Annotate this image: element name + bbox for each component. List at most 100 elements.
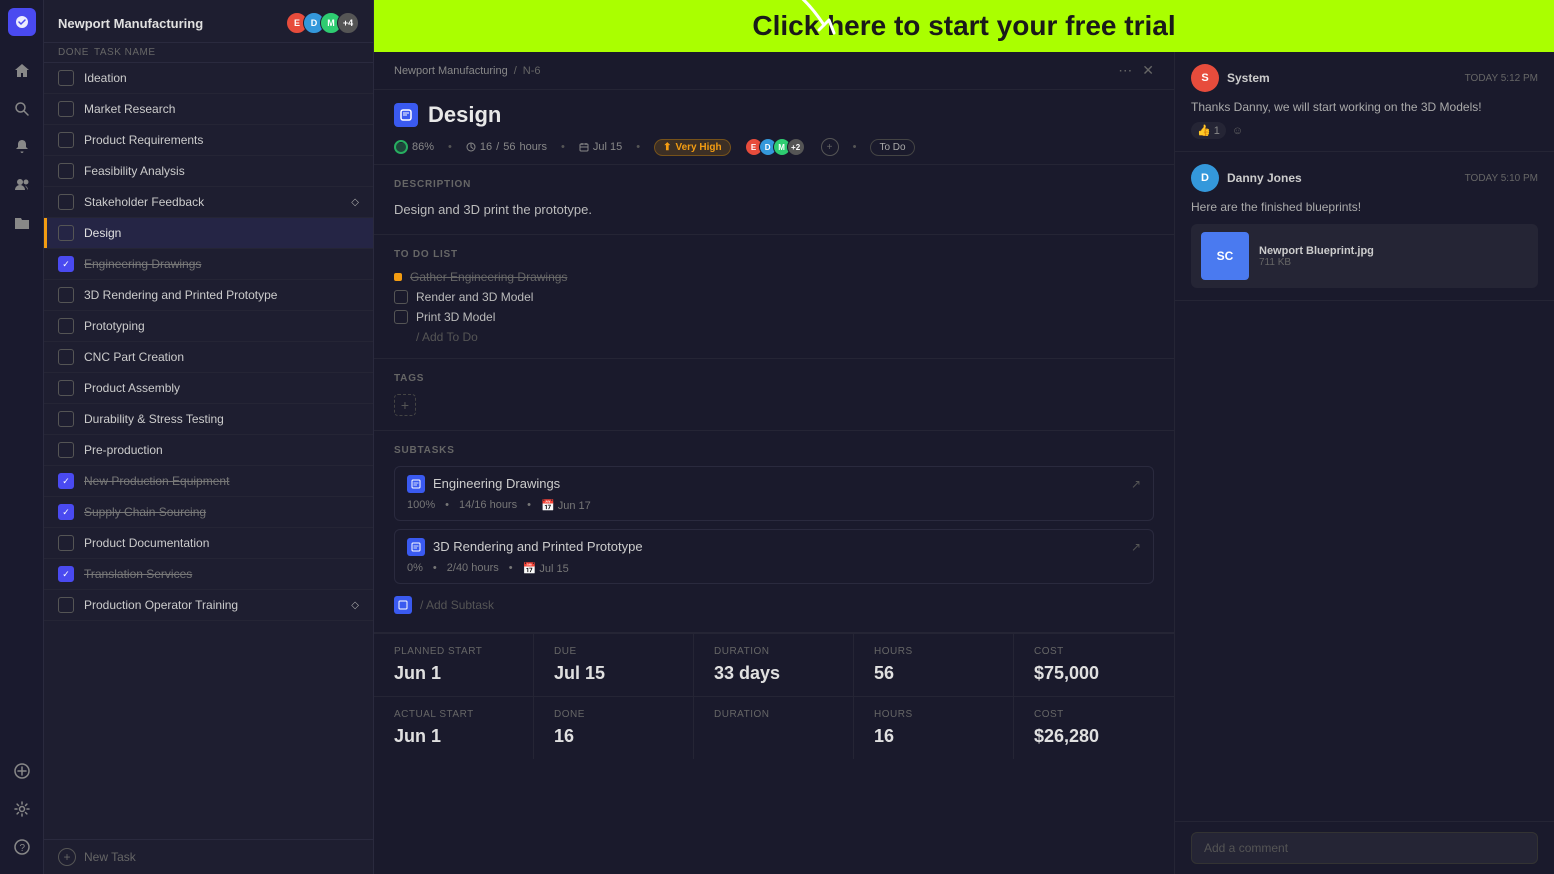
task-checkbox[interactable]: [58, 287, 74, 303]
task-checkbox[interactable]: [58, 163, 74, 179]
actual-done-value: 16: [554, 726, 673, 747]
task-checkbox[interactable]: [58, 101, 74, 117]
comment-input[interactable]: [1191, 832, 1538, 864]
col-done-header: DONE: [58, 47, 94, 58]
task-checkbox[interactable]: [58, 132, 74, 148]
subtask-due: 📅 Jun 17: [541, 499, 591, 512]
task-list-item[interactable]: Feasibility Analysis: [44, 156, 373, 187]
task-list-item[interactable]: Prototyping: [44, 311, 373, 342]
app-logo[interactable]: [8, 8, 36, 36]
actual-hours-label: HOURS: [874, 709, 993, 720]
comments-container: S System TODAY 5:12 PM Thanks Danny, we …: [1175, 52, 1554, 301]
task-name-label: Product Documentation: [84, 536, 359, 550]
add-tag-btn[interactable]: +: [394, 394, 416, 416]
actual-start-label: ACTUAL START: [394, 709, 513, 720]
task-checkbox[interactable]: [58, 535, 74, 551]
subtask-progress: 0%: [407, 562, 423, 574]
todo-item[interactable]: Print 3D Model: [394, 310, 1154, 324]
todo-checkbox[interactable]: [394, 290, 408, 304]
task-list-item[interactable]: Stakeholder Feedback ◇: [44, 187, 373, 218]
task-checkbox[interactable]: [58, 349, 74, 365]
promo-text[interactable]: Click here to start your free trial: [752, 10, 1175, 42]
task-list-item[interactable]: ✓ Supply Chain Sourcing: [44, 497, 373, 528]
task-list-item[interactable]: ✓New Production Equipment: [44, 466, 373, 497]
external-link-icon[interactable]: ↗: [1131, 477, 1141, 491]
add-task-label: New Task: [84, 850, 136, 864]
task-list-item[interactable]: Market Research: [44, 94, 373, 125]
breadcrumb: Newport Manufacturing / N-6 ⋯ ✕: [374, 52, 1174, 90]
task-checkbox[interactable]: [58, 318, 74, 334]
todo-label: Render and 3D Model: [416, 290, 533, 304]
attachment-name: Newport Blueprint.jpg: [1259, 245, 1374, 257]
external-link-icon[interactable]: ↗: [1131, 540, 1141, 554]
task-list-item[interactable]: Pre-production: [44, 435, 373, 466]
add-todo-btn[interactable]: / Add To Do: [394, 330, 1154, 344]
add-task-icon[interactable]: +: [58, 848, 76, 866]
nav-add-icon[interactable]: [6, 755, 38, 787]
nav-settings-icon[interactable]: [6, 793, 38, 825]
task-checkbox[interactable]: ✓: [58, 566, 74, 582]
emoji-react-icon[interactable]: ☺: [1232, 125, 1243, 137]
task-list-item[interactable]: Product Requirements: [44, 125, 373, 156]
due-date: Jul 15: [593, 141, 622, 153]
close-icon[interactable]: ✕: [1142, 62, 1154, 79]
task-checkbox[interactable]: [58, 597, 74, 613]
task-list-item[interactable]: Production Operator Training◇: [44, 590, 373, 621]
task-list-item[interactable]: 3D Rendering and Printed Prototype: [44, 280, 373, 311]
status-badge[interactable]: To Do: [870, 139, 914, 156]
nav-folder-icon[interactable]: [6, 207, 38, 239]
task-checkbox[interactable]: [58, 380, 74, 396]
due-cell: DUE Jul 15: [534, 634, 694, 696]
todo-item[interactable]: Render and 3D Model: [394, 290, 1154, 304]
hours-cell: HOURS 56: [854, 634, 1014, 696]
subtasks-section: SUBTASKS Engineering Drawings ↗ 100% • 1…: [374, 431, 1174, 633]
task-list-item[interactable]: Design: [44, 218, 373, 249]
task-checkbox[interactable]: [58, 70, 74, 86]
task-list-item[interactable]: ✓Translation Services: [44, 559, 373, 590]
actual-done-cell: DONE 16: [534, 697, 694, 759]
nav-notifications-icon[interactable]: [6, 131, 38, 163]
diamond-icon: ◇: [351, 197, 359, 208]
add-subtask-btn[interactable]: / Add Subtask: [394, 592, 1154, 618]
task-checkbox[interactable]: [58, 225, 74, 241]
subtask-meta: 0% • 2/40 hours • 📅 Jul 15: [407, 562, 1141, 575]
todo-item[interactable]: Gather Engineering Drawings: [394, 270, 1154, 284]
nav-search-icon[interactable]: [6, 93, 38, 125]
task-list-item[interactable]: Product Documentation: [44, 528, 373, 559]
subtask-meta: 100% • 14/16 hours • 📅 Jun 17: [407, 499, 1141, 512]
task-checkbox[interactable]: ✓: [58, 473, 74, 489]
commenter-name: System: [1227, 71, 1270, 85]
hours-done: 16: [480, 141, 492, 153]
add-assignee-btn[interactable]: +: [821, 138, 839, 156]
more-icon[interactable]: ⋯: [1118, 62, 1132, 79]
task-checkbox[interactable]: [58, 411, 74, 427]
todo-list: Gather Engineering Drawings Render and 3D…: [394, 270, 1154, 324]
task-checkbox[interactable]: ✓: [58, 504, 74, 520]
task-name-label: Stakeholder Feedback: [84, 195, 347, 209]
avatar-count: +4: [337, 12, 359, 34]
emoji-badge[interactable]: 👍 1: [1191, 122, 1226, 139]
add-task-row[interactable]: + New Task: [44, 839, 373, 874]
task-name-label: Supply Chain Sourcing: [84, 505, 359, 519]
promo-banner[interactable]: Click here to start your free trial: [374, 0, 1554, 52]
task-list-item[interactable]: Product Assembly: [44, 373, 373, 404]
task-list-item[interactable]: CNC Part Creation: [44, 342, 373, 373]
nav-help-icon[interactable]: ?: [6, 831, 38, 863]
task-list-item[interactable]: Ideation: [44, 63, 373, 94]
nav-users-icon[interactable]: [6, 169, 38, 201]
task-name-label: Ideation: [84, 71, 359, 85]
task-list-item[interactable]: Durability & Stress Testing: [44, 404, 373, 435]
task-name-label: Engineering Drawings: [84, 257, 359, 271]
breadcrumb-project[interactable]: Newport Manufacturing: [394, 65, 508, 77]
task-checkbox[interactable]: ✓: [58, 256, 74, 272]
tags-area: +: [394, 394, 1154, 416]
task-checkbox[interactable]: [58, 194, 74, 210]
task-list-item[interactable]: ✓ Engineering Drawings: [44, 249, 373, 280]
nav-home-icon[interactable]: [6, 55, 38, 87]
subtask-progress: 100%: [407, 499, 435, 511]
todo-checkbox[interactable]: [394, 310, 408, 324]
todo-section: TO DO LIST Gather Engineering DrawingsRe…: [374, 235, 1174, 359]
task-checkbox[interactable]: [58, 442, 74, 458]
task-name-label: Production Operator Training: [84, 598, 347, 612]
assignee-4: +2: [787, 138, 805, 156]
